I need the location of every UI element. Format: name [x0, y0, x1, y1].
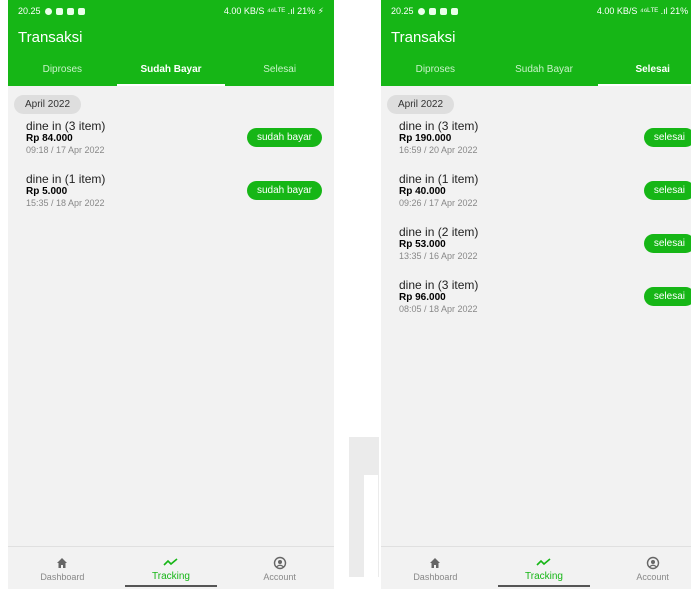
status-button[interactable]: selesai — [643, 287, 691, 306]
transaction-list: April 2022 dine in (3 item) Rp 84.000 09… — [8, 86, 334, 220]
status-left: 20.25 — [18, 6, 85, 16]
trend-icon — [163, 554, 179, 570]
notification-icon — [44, 7, 52, 15]
transaction-date: 08:05 / 18 Apr 2022 — [399, 304, 478, 314]
transaction-list: April 2022 dine in (3 item) Rp 190.000 1… — [381, 86, 691, 326]
status-time: 20.25 — [18, 6, 41, 16]
transaction-item[interactable]: dine in (1 item) Rp 40.000 09:26 / 17 Ap… — [387, 173, 691, 220]
notification-icon — [428, 7, 436, 15]
trend-icon — [536, 554, 552, 570]
transaction-item[interactable]: dine in (1 item) Rp 5.000 15:35 / 18 Apr… — [14, 173, 328, 220]
status-time: 20.25 — [391, 6, 414, 16]
nav-dashboard[interactable]: Dashboard — [381, 547, 490, 589]
notification-icon — [55, 7, 63, 15]
home-icon — [56, 555, 68, 571]
transaction-date: 09:26 / 17 Apr 2022 — [399, 198, 478, 208]
tab-sudah-bayar[interactable]: Sudah Bayar — [490, 52, 599, 86]
transaction-item[interactable]: dine in (3 item) Rp 96.000 08:05 / 18 Ap… — [387, 279, 691, 326]
transaction-date: 13:35 / 16 Apr 2022 — [399, 251, 478, 261]
tab-bar: Diproses Sudah Bayar Selesai — [8, 52, 334, 86]
notification-icon — [417, 7, 425, 15]
transaction-item[interactable]: dine in (3 item) Rp 190.000 16:59 / 20 A… — [387, 120, 691, 167]
page-title: Transaksi — [18, 28, 83, 46]
bottom-navigation: Dashboard Tracking Account — [381, 546, 691, 589]
home-icon — [429, 555, 441, 571]
status-left: 20.25 — [391, 6, 458, 16]
transaction-item[interactable]: dine in (2 item) Rp 53.000 13:35 / 16 Ap… — [387, 226, 691, 273]
notification-icon — [66, 7, 74, 15]
transaction-date: 16:59 / 20 Apr 2022 — [399, 145, 478, 155]
status-button[interactable]: sudah bayar — [246, 128, 322, 147]
tab-sudah-bayar[interactable]: Sudah Bayar — [116, 52, 226, 86]
nav-label: Tracking — [152, 571, 190, 582]
app-bar: Transaksi — [8, 22, 334, 52]
transaction-item[interactable]: dine in (3 item) Rp 84.000 09:18 / 17 Ap… — [14, 120, 328, 167]
status-bar: 20.25 4.00 KB/S ⁴⁶ᴸᵀᴱ .ıl 21% ⚡ — [381, 0, 691, 22]
phone-screen-sudah-bayar: 20.25 4.00 KB/S ⁴⁶ᴸᵀᴱ .ıl 21% ⚡ Transaks… — [8, 0, 334, 589]
nav-tracking[interactable]: Tracking — [490, 547, 599, 589]
nav-dashboard[interactable]: Dashboard — [8, 547, 117, 589]
nav-account[interactable]: Account — [598, 547, 691, 589]
account-icon — [273, 555, 287, 571]
status-button[interactable]: selesai — [643, 128, 691, 147]
nav-account[interactable]: Account — [225, 547, 334, 589]
status-right: 4.00 KB/S ⁴⁶ᴸᵀᴱ .ıl 21% ⚡ — [596, 5, 691, 16]
nav-tracking[interactable]: Tracking — [117, 547, 226, 589]
notification-icon — [439, 7, 447, 15]
notification-icon — [77, 7, 85, 15]
nav-label: Account — [263, 571, 296, 582]
account-icon — [646, 555, 660, 571]
tab-selesai[interactable]: Selesai — [225, 52, 334, 86]
app-bar: Transaksi — [381, 22, 691, 52]
phone-screen-selesai: 20.25 4.00 KB/S ⁴⁶ᴸᵀᴱ .ıl 21% ⚡ Transaks… — [381, 0, 691, 589]
status-button[interactable]: selesai — [643, 181, 691, 200]
month-chip: April 2022 — [387, 95, 455, 114]
status-right: 4.00 KB/S ⁴⁶ᴸᵀᴱ .ıl 21% ⚡ — [223, 5, 324, 16]
page-title: Transaksi — [391, 28, 456, 46]
tab-bar: Diproses Sudah Bayar Selesai — [381, 52, 691, 86]
notification-icon — [450, 7, 458, 15]
background-shape — [364, 475, 378, 585]
status-bar: 20.25 4.00 KB/S ⁴⁶ᴸᵀᴱ .ıl 21% ⚡ — [8, 0, 334, 22]
month-chip: April 2022 — [14, 95, 82, 114]
status-button[interactable]: selesai — [643, 234, 691, 253]
nav-label: Account — [636, 571, 669, 582]
nav-label: Dashboard — [413, 571, 458, 582]
tab-diproses[interactable]: Diproses — [8, 52, 117, 86]
status-button[interactable]: sudah bayar — [246, 181, 322, 200]
tab-diproses[interactable]: Diproses — [381, 52, 490, 86]
nav-label: Dashboard — [40, 571, 85, 582]
nav-label: Tracking — [525, 571, 563, 582]
tab-selesai[interactable]: Selesai — [598, 52, 691, 86]
bottom-navigation: Dashboard Tracking Account — [8, 546, 334, 589]
